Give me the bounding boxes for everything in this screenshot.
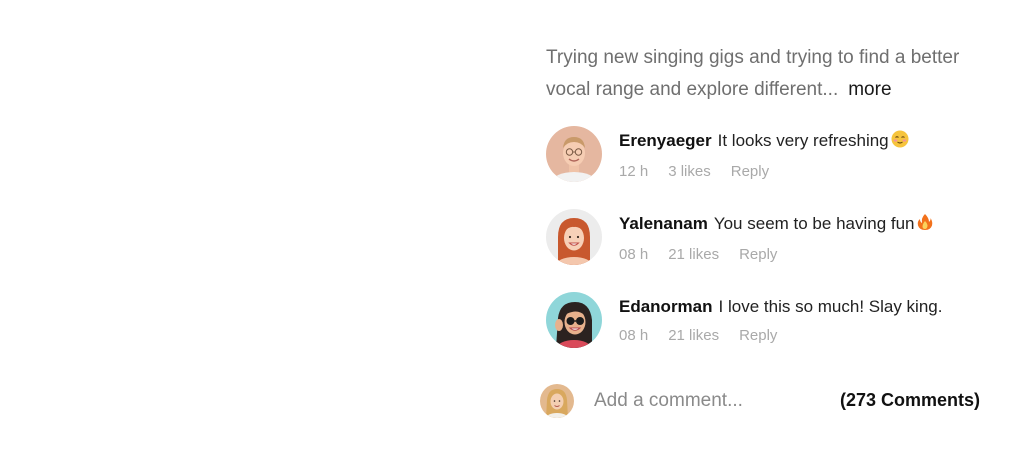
avatar[interactable] <box>546 126 602 182</box>
reply-button[interactable]: Reply <box>739 246 777 263</box>
more-link[interactable]: more <box>848 79 891 100</box>
current-user-avatar-image <box>540 384 574 418</box>
comment-likes[interactable]: 21 likes <box>668 327 719 344</box>
post-caption: Trying new singing gigs and trying to fi… <box>546 42 986 106</box>
avatar[interactable] <box>546 209 602 265</box>
comment-text: You seem to be having fun <box>713 214 915 233</box>
comments-count[interactable]: (273 Comments) <box>840 390 980 411</box>
comment-likes[interactable]: 3 likes <box>668 163 711 180</box>
avatar[interactable] <box>546 292 602 348</box>
reply-button[interactable]: Reply <box>731 163 769 180</box>
fire-icon <box>917 213 933 237</box>
current-user-avatar[interactable] <box>540 384 574 418</box>
comment-username[interactable]: Erenyaeger <box>619 131 712 150</box>
comment-line: Erenyaeger It looks very refreshing <box>619 130 979 154</box>
avatar-yalenanam-image <box>546 209 602 265</box>
caption-line-1: Trying new singing gigs and trying to fi… <box>546 47 960 68</box>
comment-item: Edanorman I love this so much! Slay king.… <box>546 292 986 352</box>
comment-line: Edanorman I love this so much! Slay king. <box>619 296 979 318</box>
avatar-edanorman-image <box>546 292 602 348</box>
comment-line: Yalenanam You seem to be having fun <box>619 213 979 237</box>
caption-line-2: vocal range and explore different... <box>546 79 839 100</box>
comment-body: Erenyaeger It looks very refreshing 12 h 3… <box>619 130 979 182</box>
comment-time: 08 h <box>619 246 649 263</box>
comment-meta: 08 h 21 likes Reply <box>619 245 979 265</box>
comment-item: Yalenanam You seem to be having fun 08 h 2… <box>546 209 986 269</box>
relieved-face-icon <box>891 130 909 154</box>
comment-time: 08 h <box>619 327 649 344</box>
comment-username[interactable]: Yalenanam <box>619 214 708 233</box>
comment-item: Erenyaeger It looks very refreshing 12 h 3… <box>546 126 986 186</box>
comments-panel: Trying new singing gigs and trying to fi… <box>540 0 986 458</box>
comment-likes[interactable]: 21 likes <box>668 246 719 263</box>
comment-meta: 08 h 21 likes Reply <box>619 326 979 346</box>
add-comment-input[interactable] <box>594 388 814 414</box>
comment-text: I love this so much! Slay king. <box>718 297 943 316</box>
comment-text: It looks very refreshing <box>717 131 889 150</box>
comment-time: 12 h <box>619 163 649 180</box>
reply-button[interactable]: Reply <box>739 327 777 344</box>
comment-username[interactable]: Edanorman <box>619 297 713 316</box>
avatar-erenyaeger-image <box>546 126 602 182</box>
add-comment-row: (273 Comments) <box>540 384 980 418</box>
comment-meta: 12 h 3 likes Reply <box>619 162 979 182</box>
comment-body: Edanorman I love this so much! Slay king.… <box>619 296 979 346</box>
comment-body: Yalenanam You seem to be having fun 08 h 2… <box>619 213 979 265</box>
